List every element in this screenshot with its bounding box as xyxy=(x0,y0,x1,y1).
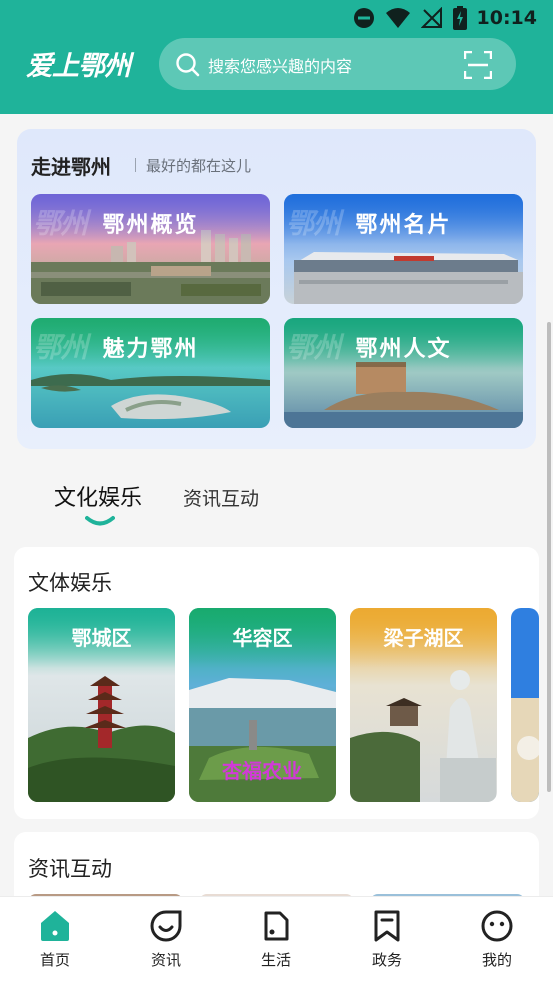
intro-card: 走进鄂州 最好的都在这儿 鄂州 鄂州概览 鄂州 鄂州名片 鄂州 魅力鄂州 鄂州 … xyxy=(17,129,536,449)
tab-active-indicator xyxy=(85,516,115,526)
district-label: 梁子湖区 xyxy=(383,626,464,650)
app-logo: 爱上鄂州 xyxy=(26,51,131,82)
tab-news-interaction[interactable]: 资讯互动 xyxy=(183,484,259,511)
tile-ezhou-card[interactable]: 鄂州 鄂州名片 xyxy=(284,194,523,304)
divider xyxy=(135,158,136,172)
profile-icon xyxy=(481,910,513,942)
bookmark-icon xyxy=(374,910,400,942)
dnd-icon xyxy=(353,8,374,28)
section-title: 资讯互动 xyxy=(28,857,112,881)
app-header: 10:14 爱上鄂州 搜索您感兴趣的内容 xyxy=(0,0,553,114)
search-placeholder: 搜索您感兴趣的内容 xyxy=(208,57,353,76)
tile-ezhou-overview[interactable]: 鄂州 鄂州概览 xyxy=(31,194,270,304)
search-bar[interactable]: 搜索您感兴趣的内容 xyxy=(159,38,516,90)
district-card-partial[interactable] xyxy=(511,608,539,802)
scan-icon[interactable] xyxy=(464,51,492,79)
tile-label: 魅力鄂州 xyxy=(102,336,199,362)
nav-government[interactable]: 政务 xyxy=(352,909,422,970)
nav-label: 首页 xyxy=(39,951,70,969)
nav-profile[interactable]: 我的 xyxy=(462,909,532,970)
search-icon xyxy=(176,53,200,77)
scrollbar[interactable] xyxy=(547,322,551,792)
district-card-echeng[interactable]: 鄂城区 xyxy=(28,608,175,802)
district-card-liangzihu[interactable]: 梁子湖区 xyxy=(350,608,497,802)
partial-card-image xyxy=(511,608,539,802)
status-bar: 10:14 xyxy=(0,0,553,38)
battery-charging-icon xyxy=(452,6,467,30)
nav-news[interactable]: 资讯 xyxy=(131,909,201,970)
tile-charming-ezhou[interactable]: 鄂州 魅力鄂州 xyxy=(31,318,270,428)
district-label: 鄂城区 xyxy=(71,626,132,650)
intro-subtitle: 最好的都在这儿 xyxy=(146,157,252,175)
bottom-navigation: 首页 资讯 生活 政务 我的 xyxy=(0,896,553,983)
district-card-huarong[interactable]: 杏福农业 华容区 xyxy=(189,608,336,802)
nav-label: 政务 xyxy=(371,951,402,969)
section-title: 文体娱乐 xyxy=(28,571,112,595)
tile-label: 鄂州人文 xyxy=(355,336,452,362)
garden-sign-text: 杏福农业 xyxy=(221,759,302,783)
wifi-icon xyxy=(385,8,410,28)
nav-label: 资讯 xyxy=(150,951,181,969)
life-icon xyxy=(264,911,289,941)
intro-title: 走进鄂州 xyxy=(31,155,111,179)
nav-home[interactable]: 首页 xyxy=(20,909,90,970)
tile-ezhou-culture[interactable]: 鄂州 鄂州人文 xyxy=(284,318,523,428)
home-icon xyxy=(41,911,69,941)
culture-section: 文体娱乐 鄂城区 杏福农业 华容区 梁子湖区 xyxy=(14,547,539,819)
district-label: 华容区 xyxy=(232,626,293,650)
nav-label: 我的 xyxy=(481,951,512,969)
tile-label: 鄂州概览 xyxy=(102,212,199,238)
tile-label: 鄂州名片 xyxy=(355,212,452,238)
status-time: 10:14 xyxy=(476,7,537,29)
nav-life[interactable]: 生活 xyxy=(241,909,311,970)
news-icon xyxy=(150,910,182,942)
nav-label: 生活 xyxy=(260,951,291,969)
tab-culture-entertainment[interactable]: 文化娱乐 xyxy=(54,480,142,512)
no-signal-icon xyxy=(420,7,442,28)
